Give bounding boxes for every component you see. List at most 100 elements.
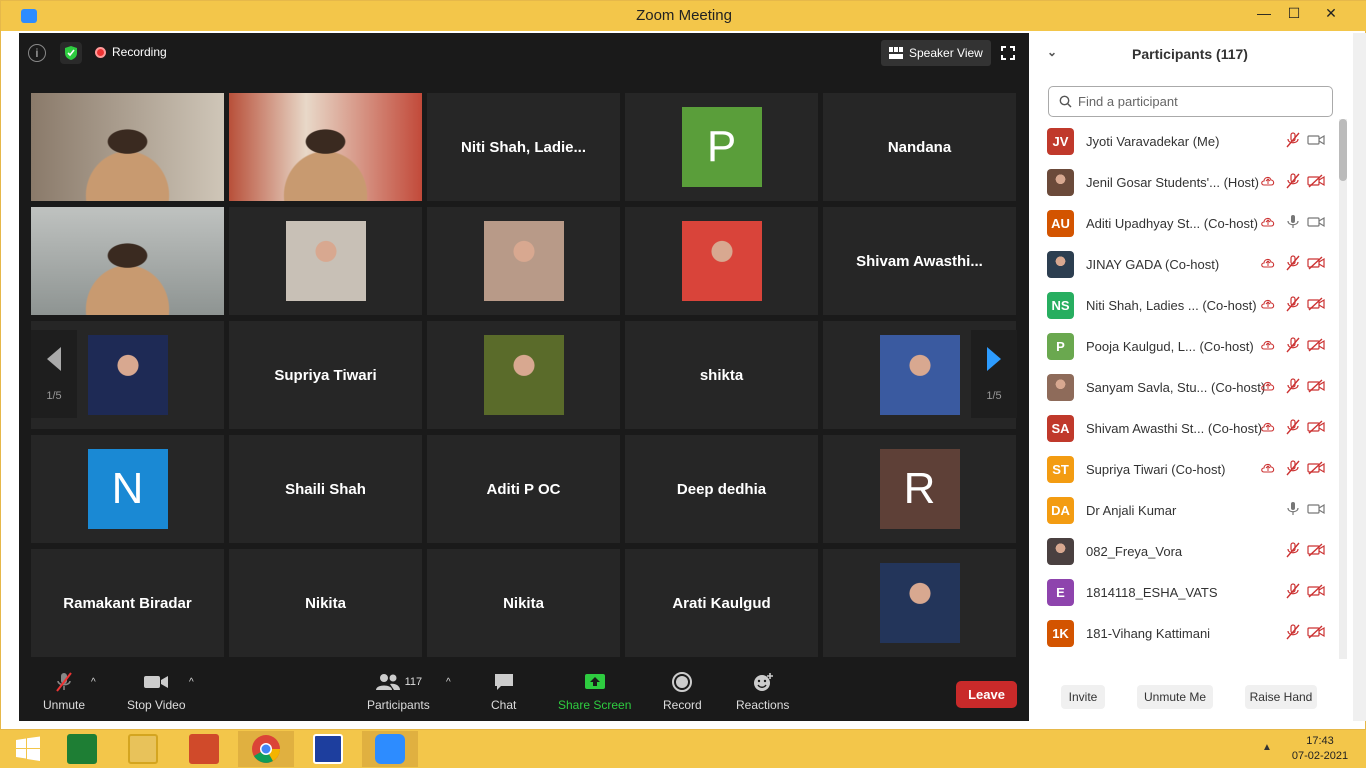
participant-tile[interactable]: Ramakant Biradar [31,549,224,657]
mic-muted-icon[interactable] [1286,624,1300,643]
active-speaker-tile[interactable] [31,207,224,315]
participant-tile[interactable]: R [823,435,1016,543]
excel-icon[interactable] [54,731,110,767]
mic-muted-icon[interactable] [1286,542,1300,561]
participant-search-input[interactable]: Find a participant [1048,86,1333,117]
prev-page-button[interactable]: 1/5 [31,330,77,418]
mic-muted-icon[interactable] [1286,460,1300,479]
minimize-button[interactable]: — [1249,5,1279,21]
zoom-taskbar-icon[interactable] [362,731,418,767]
mic-icon[interactable] [1286,214,1300,233]
participant-video-tile[interactable] [31,93,224,201]
unmute-button[interactable]: Unmute [43,671,85,712]
participant-tile[interactable]: shikta [625,321,818,429]
participant-tile[interactable]: P [625,93,818,201]
audio-options-caret[interactable]: ^ [91,677,96,688]
participant-tile[interactable]: Deep dedhia [625,435,818,543]
mic-muted-icon[interactable] [1286,255,1300,274]
unmute-me-button[interactable]: Unmute Me [1137,685,1213,709]
participant-row[interactable]: E 1814118_ESHA_VATS [1029,572,1339,613]
isis-app-icon[interactable] [300,731,356,767]
mic-muted-icon[interactable] [1286,583,1300,602]
video-off-icon[interactable] [1307,297,1325,314]
video-off-icon[interactable] [1307,461,1325,478]
fullscreen-icon[interactable] [997,42,1019,64]
tray-chevron-icon[interactable]: ▲ [1262,742,1272,753]
participant-row[interactable]: Jenil Gosar Students'... (Host) [1029,162,1339,203]
participant-row[interactable]: SA Shivam Awasthi St... (Co-host) [1029,408,1339,449]
participant-tile[interactable] [427,321,620,429]
video-icon[interactable] [1307,215,1325,232]
participant-tile[interactable]: N [31,435,224,543]
info-icon[interactable]: i [28,44,46,62]
participant-row[interactable]: 082_Freya_Vora [1029,531,1339,572]
video-icon[interactable] [1307,133,1325,150]
next-page-button[interactable]: 1/5 [971,330,1017,418]
participant-tile[interactable]: Arati Kaulgud [625,549,818,657]
participants-options-caret[interactable]: ^ [446,677,451,688]
system-clock[interactable]: 17:43 07-02-2021 [1280,734,1360,764]
participant-video-tile[interactable] [229,93,422,201]
mic-icon[interactable] [1286,501,1300,520]
mic-muted-icon[interactable] [1286,132,1300,151]
record-button[interactable]: Record [663,671,702,712]
participant-row[interactable]: NS Niti Shah, Ladies ... (Co-host) [1029,285,1339,326]
mic-muted-icon[interactable] [1286,296,1300,315]
mic-muted-icon[interactable] [1286,419,1300,438]
participant-row[interactable]: DA Dr Anjali Kumar [1029,490,1339,531]
recording-indicator[interactable]: Recording [95,45,167,59]
participant-tile[interactable]: Shaili Shah [229,435,422,543]
mic-muted-icon[interactable] [1286,337,1300,356]
participant-tile[interactable]: Nikita [229,549,422,657]
participant-tile[interactable]: Niti Shah, Ladie... [427,93,620,201]
share-screen-button[interactable]: Share Screen [558,671,631,712]
participant-tile[interactable] [229,207,422,315]
reactions-button[interactable]: Reactions [736,671,789,712]
close-button[interactable]: ✕ [1316,5,1346,22]
participant-tile[interactable] [625,207,818,315]
maximize-button[interactable]: ☐ [1279,5,1309,22]
participant-tile[interactable]: Nikita [427,549,620,657]
participant-row[interactable]: JINAY GADA (Co-host) [1029,244,1339,285]
raise-hand-button[interactable]: Raise Hand [1245,685,1317,709]
video-options-caret[interactable]: ^ [189,677,194,688]
participant-tile[interactable]: Aditi P OC [427,435,620,543]
video-off-icon[interactable] [1307,379,1325,396]
leave-button[interactable]: Leave [956,681,1017,708]
video-off-icon[interactable] [1307,584,1325,601]
powerpoint-icon[interactable] [176,731,232,767]
participant-list-scrollbar[interactable] [1339,119,1347,659]
participant-row[interactable]: 1K 181-Vihang Kattimani [1029,613,1339,654]
speaker-view-button[interactable]: Speaker View [881,40,991,66]
video-off-icon[interactable] [1307,420,1325,437]
stop-video-button[interactable]: Stop Video [127,671,186,712]
participant-row[interactable]: P Pooja Kaulgud, L... (Co-host) [1029,326,1339,367]
window-scrollbar[interactable] [1353,33,1366,721]
participant-row[interactable]: Sanyam Savla, Stu... (Co-host) [1029,367,1339,408]
windows-start-icon[interactable] [0,731,56,767]
video-off-icon[interactable] [1307,174,1325,191]
participants-button[interactable]: 117 Participants [367,671,430,712]
participant-row[interactable]: ST Supriya Tiwari (Co-host) [1029,449,1339,490]
chevron-down-icon[interactable]: ⌄ [1047,45,1057,59]
video-icon[interactable] [1307,502,1325,519]
mic-muted-icon[interactable] [1286,173,1300,192]
mic-muted-icon[interactable] [1286,378,1300,397]
security-shield-icon[interactable] [60,42,82,64]
participant-row[interactable]: JV Jyoti Varavadekar (Me) [1029,121,1339,162]
video-off-icon[interactable] [1307,338,1325,355]
chrome-icon[interactable] [238,731,294,767]
video-off-icon[interactable] [1307,543,1325,560]
video-off-icon[interactable] [1307,256,1325,273]
participant-row[interactable]: AU Aditi Upadhyay St... (Co-host) [1029,203,1339,244]
participant-tile[interactable]: Supriya Tiwari [229,321,422,429]
participant-tile[interactable]: Shivam Awasthi... [823,207,1016,315]
chat-button[interactable]: Chat [491,671,516,712]
file-explorer-icon[interactable] [115,731,171,767]
invite-button[interactable]: Invite [1061,685,1105,709]
video-off-icon[interactable] [1307,625,1325,642]
participant-tile[interactable]: Nandana [823,93,1016,201]
participant-tile[interactable] [823,549,1016,657]
scrollbar-thumb[interactable] [1339,119,1347,181]
participant-tile[interactable] [427,207,620,315]
